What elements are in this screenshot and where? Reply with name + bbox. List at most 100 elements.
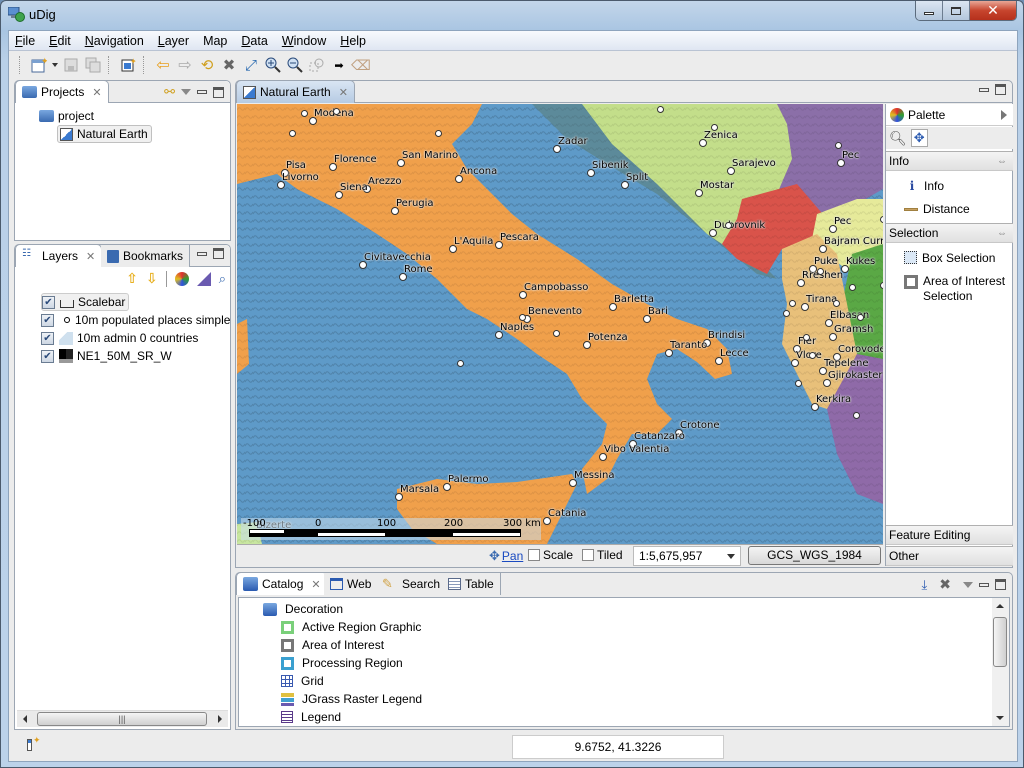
palette-section-info[interactable]: Info ⇔	[886, 151, 1013, 171]
minimize-button[interactable]	[916, 1, 943, 20]
next-button[interactable]: ➡	[328, 54, 350, 76]
maximize-view-icon[interactable]	[995, 84, 1006, 95]
tab-table[interactable]: Table	[442, 573, 501, 595]
layer-item[interactable]: ✔ NE1_50M_SR_W	[41, 347, 172, 365]
menu-edit[interactable]: Edit	[49, 34, 71, 48]
properties-icon[interactable]	[196, 271, 211, 286]
scale-combo[interactable]: 1:5,675,957	[633, 546, 741, 566]
scroll-down-icon[interactable]	[996, 716, 1004, 720]
back-button[interactable]: ⇦	[152, 54, 174, 76]
zoom-extent-button[interactable]: ⤢	[240, 54, 262, 76]
layer-item[interactable]: ✔ 10m populated places simple	[41, 311, 230, 329]
catalog-item[interactable]: Decoration	[263, 600, 343, 618]
link-icon[interactable]: ⚯	[164, 84, 175, 100]
tiled-checkbox-box[interactable]	[582, 549, 594, 561]
refresh-button[interactable]: ⟲	[196, 54, 218, 76]
close-button[interactable]: ✕	[970, 1, 1016, 20]
tab-bookmarks[interactable]: Bookmarks	[101, 245, 191, 267]
close-tab-icon[interactable]: ✕	[311, 578, 320, 591]
map-canvas[interactable]: ModenaPisaLivornoFlorenceSan MarinoAncon…	[237, 104, 883, 544]
menu-navigation[interactable]: Navigation	[85, 34, 144, 48]
tab-search[interactable]: ✎ Search	[376, 573, 448, 595]
new-button[interactable]: ✦	[28, 54, 50, 76]
palette-tool-box-selection[interactable]: Box Selection	[904, 251, 995, 265]
tab-layers[interactable]: ☷ Layers ✕	[15, 244, 103, 267]
palette-tool-aoi-selection[interactable]: Area of Interest Selection	[904, 274, 1008, 304]
zoom-selection-button[interactable]	[306, 54, 328, 76]
minimize-view-icon[interactable]	[979, 87, 989, 92]
palette-expand-icon[interactable]	[1001, 110, 1007, 120]
eraser-button[interactable]: ⌫	[350, 54, 372, 76]
pan-tool-icon[interactable]: ✥	[910, 129, 928, 147]
palette-tool-distance[interactable]: Distance	[904, 202, 970, 216]
stop-button[interactable]: ✖	[218, 54, 240, 76]
layer-visibility-checkbox[interactable]: ✔	[41, 349, 54, 363]
layer-visibility-checkbox[interactable]: ✔	[42, 295, 55, 309]
chevron-down-icon[interactable]	[727, 554, 735, 559]
catalog-item[interactable]: Grid	[281, 672, 324, 690]
tab-projects[interactable]: Projects ✕	[15, 80, 109, 103]
menu-file[interactable]: File	[15, 34, 35, 48]
catalog-item[interactable]: Processing Region	[281, 654, 403, 672]
minimize-view-icon[interactable]	[979, 582, 989, 587]
maximize-view-icon[interactable]	[213, 248, 224, 259]
zoom-to-layer-icon[interactable]: ⌕	[219, 271, 226, 287]
menu-data[interactable]: Data	[241, 34, 267, 48]
minimize-view-icon[interactable]	[197, 251, 207, 256]
save-all-button[interactable]	[82, 54, 104, 76]
tab-natural-earth[interactable]: Natural Earth ✕	[236, 80, 355, 103]
view-menu-icon[interactable]	[181, 89, 191, 95]
catalog-item[interactable]: Area of Interest	[281, 636, 384, 654]
layers-horizontal-scrollbar[interactable]: |||	[17, 710, 228, 727]
new-dropdown-button[interactable]	[50, 54, 60, 76]
catalog-item[interactable]: Legend	[281, 708, 341, 726]
collapse-icon[interactable]: ⇔	[997, 228, 1007, 239]
tree-item-natural-earth[interactable]: Natural Earth	[57, 125, 152, 143]
forward-button[interactable]: ⇨	[174, 54, 196, 76]
pan-link[interactable]: ✥ Pan	[489, 548, 523, 564]
scroll-left-icon[interactable]	[23, 715, 27, 723]
move-layer-down-icon[interactable]: ⇩	[146, 270, 158, 287]
layer-item[interactable]: ✔ 10m admin 0 countries	[41, 329, 198, 347]
minimize-view-icon[interactable]	[197, 90, 207, 94]
menu-window[interactable]: Window	[282, 34, 326, 48]
scroll-right-icon[interactable]	[218, 715, 222, 723]
zoom-out-button[interactable]	[284, 54, 306, 76]
maximize-view-icon[interactable]	[995, 579, 1006, 590]
maximize-button[interactable]	[943, 1, 970, 20]
tree-item-project[interactable]: project	[39, 107, 94, 125]
palette-section-selection[interactable]: Selection ⇔	[886, 223, 1013, 243]
close-tab-icon[interactable]: ✕	[92, 86, 101, 99]
save-button[interactable]	[60, 54, 82, 76]
palette-section-feature-editing[interactable]: Feature Editing	[886, 525, 1013, 545]
fast-view-icon[interactable]	[27, 739, 32, 751]
style-icon[interactable]	[174, 271, 189, 286]
menu-layer[interactable]: Layer	[158, 34, 189, 48]
tab-catalog[interactable]: Catalog ✕	[236, 572, 328, 595]
catalog-item[interactable]: Active Region Graphic	[281, 618, 421, 636]
catalog-item[interactable]: JGrass Raster Legend	[281, 690, 422, 708]
zoom-in-button[interactable]	[262, 54, 284, 76]
palette-section-other[interactable]: Other	[886, 546, 1013, 566]
scroll-thumb[interactable]: |||	[37, 712, 207, 726]
close-tab-icon[interactable]: ✕	[86, 250, 95, 263]
menu-help[interactable]: Help	[340, 34, 366, 48]
layer-item[interactable]: ✔ Scalebar	[41, 293, 130, 311]
scale-checkbox[interactable]: Scale	[528, 548, 573, 562]
palette-tool-info[interactable]: i Info	[904, 179, 944, 193]
import-icon[interactable]: ⤓	[922, 577, 928, 593]
layer-visibility-checkbox[interactable]: ✔	[41, 313, 54, 327]
scale-checkbox-box[interactable]	[528, 549, 540, 561]
zoom-tool-icon[interactable]: 🔍︎	[889, 130, 907, 147]
move-layer-up-icon[interactable]: ⇧	[126, 270, 138, 287]
scroll-up-icon[interactable]	[996, 604, 1004, 608]
catalog-vertical-scrollbar[interactable]	[992, 598, 1009, 726]
collapse-icon[interactable]: ⇔	[997, 156, 1007, 167]
menu-map[interactable]: Map	[203, 34, 227, 48]
tiled-checkbox[interactable]: Tiled	[582, 548, 623, 562]
crs-button[interactable]: GCS_WGS_1984	[748, 546, 881, 565]
view-menu-icon[interactable]	[963, 581, 973, 588]
maximize-view-icon[interactable]	[213, 86, 224, 98]
remove-icon[interactable]: ✖	[939, 576, 951, 593]
tab-web[interactable]: Web	[324, 573, 379, 595]
